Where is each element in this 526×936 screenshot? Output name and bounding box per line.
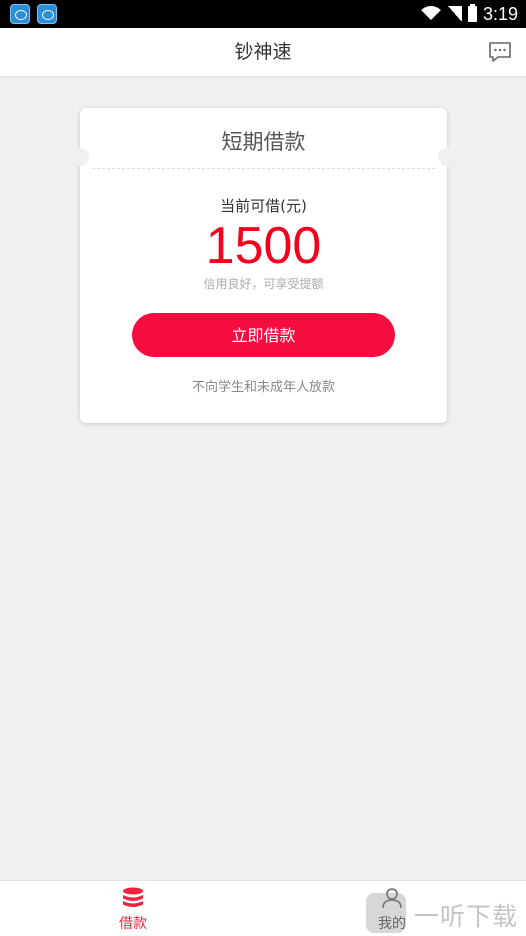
status-time: 3:19 (482, 3, 518, 24)
ticket-notch (438, 148, 456, 166)
app-header: 钞神速 (0, 28, 526, 77)
disclaimer-text: 不向学生和未成年人放款 (191, 380, 335, 395)
ticket-notch (71, 148, 89, 166)
watermark-logo (366, 893, 406, 933)
coins-stack-icon (123, 887, 143, 907)
app-notification-icon (37, 4, 57, 24)
watermark-text: 一听下载 (414, 902, 519, 931)
signal-icon (447, 6, 462, 22)
status-bar: 3:19 (0, 0, 526, 28)
available-label: 当前可借(元) (220, 197, 307, 215)
message-icon[interactable] (488, 41, 512, 63)
wifi-icon (420, 6, 442, 22)
tab-label: 借款 (119, 916, 147, 932)
tab-loan[interactable]: 借款 (88, 881, 178, 936)
watermark: 一听下载 (366, 893, 526, 935)
app-notification-icon (10, 4, 30, 24)
available-amount: 1500 (205, 217, 322, 275)
card-title: 短期借款 (221, 130, 306, 154)
dashed-divider (92, 168, 435, 169)
battery-icon (467, 4, 477, 22)
loan-card: 短期借款 当前可借(元) 1500 信用良好，可享受提额 立即借款 不向学生和未… (71, 108, 456, 423)
credit-note: 信用良好，可享受提额 (203, 277, 324, 291)
borrow-now-button[interactable]: 立即借款 (132, 313, 395, 357)
page-title: 钞神速 (234, 41, 292, 63)
